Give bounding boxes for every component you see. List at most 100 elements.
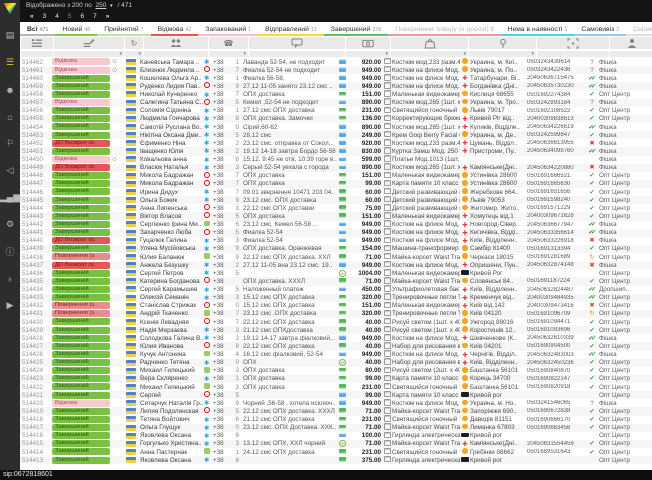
customer-phone[interactable]: +38 — [213, 180, 231, 187]
customer-phone[interactable]: +38 — [213, 327, 231, 334]
tab-Запакований[interactable]: Запакований1 — [198, 24, 258, 36]
last-page-button[interactable]: » — [106, 13, 110, 20]
table-row[interactable]: 514457ВідмоваСалегина Татьяна С..+385Кем… — [20, 99, 652, 107]
table-row[interactable]: 514421ЗавершенийСергей+38599.00Карта пам… — [20, 391, 652, 399]
chevron-down-icon[interactable]: ▾ — [110, 3, 113, 9]
customer-phone[interactable]: +38 — [213, 367, 231, 374]
table-row[interactable]: 514434ЗавершенийСергей Карамышев✱+385Нал… — [20, 286, 652, 294]
customer-phone[interactable]: +38 — [213, 172, 231, 179]
customer-phone[interactable]: +38 — [213, 335, 231, 342]
location-column-icon[interactable] — [469, 37, 536, 49]
globe-icon[interactable]: ♁ — [0, 265, 20, 292]
table-row[interactable]: 514431Повернення (з..Андрій Ткаченко+387… — [20, 310, 652, 318]
table-row[interactable]: 514432Повернення (з..Станіслав Стрижак+3… — [20, 302, 652, 310]
tab-Новий[interactable]: Новий48 — [55, 24, 97, 36]
customer-phone[interactable]: +38 — [213, 156, 231, 163]
table-row[interactable]: 514424ЗавершенийМихаил Гилецький+383ОПХ … — [20, 367, 652, 375]
table-row[interactable]: 514417ЗавершенийОльга Глущук✱+38023.12 с… — [20, 424, 652, 432]
page-number-5[interactable]: 5 — [68, 13, 72, 20]
table-row[interactable]: 514446ЗавершенийИрина Дидух✱+38709.01 зв… — [20, 188, 652, 196]
filter-comment-column[interactable] — [249, 51, 345, 57]
table-row[interactable]: 514458ЗавершенийНиколай Кучеренко✱+387ОП… — [20, 91, 652, 99]
tab-Самовивіз[interactable]: Самовивіз2 — [574, 24, 626, 36]
customer-phone[interactable]: +38 — [213, 424, 231, 431]
customer-phone[interactable]: +38 — [213, 99, 231, 106]
customer-phone[interactable]: +38 — [213, 148, 231, 155]
table-row[interactable]: 514454ЗавершенийСамотій Руслана Во..✱+38… — [20, 123, 652, 131]
table-row[interactable]: 514415ЗавершенийГоргулько Христина..✱+38… — [20, 440, 652, 448]
customer-phone[interactable]: +38 — [213, 416, 231, 423]
filter-location-column[interactable]: ▼ — [469, 51, 536, 57]
table-row[interactable]: 514413ЗавершенийЯковлева Оксана✱+388375.… — [20, 456, 652, 464]
table-row[interactable]: 514441ЗавершенийЗахарченко Люба+385Фиалк… — [20, 229, 652, 237]
customer-phone[interactable]: +38 — [213, 140, 231, 147]
customer-phone[interactable]: +38 — [213, 310, 231, 317]
customer-phone[interactable]: +38 — [213, 449, 231, 456]
promo-icon[interactable]: ⚐ — [0, 130, 20, 157]
filter-channel-column[interactable] — [610, 51, 652, 57]
customer-phone[interactable]: +38 — [213, 67, 231, 74]
table-row[interactable]: 514448ЗавершенийМикола Бадражан+387ОПХ д… — [20, 172, 652, 180]
table-row[interactable]: 514414ЗавершенийАнна Пастернак+38124.12 … — [20, 448, 652, 456]
customer-phone[interactable]: +38 — [213, 124, 231, 131]
company-icon[interactable]: ⌂ — [0, 103, 20, 130]
filter-customer-column[interactable] — [144, 51, 208, 57]
customer-phone[interactable]: +38 — [213, 205, 231, 212]
table-row[interactable]: 514420ВідмоваСитарчук Наталія Гр..✱+389Ч… — [20, 399, 652, 407]
customers-icon[interactable]: ☻ — [0, 76, 20, 103]
table-row[interactable]: 514444ЗавершенийАнна Липенська+38322.12 … — [20, 204, 652, 212]
filter-payment-column[interactable]: ▼ — [346, 51, 390, 57]
customer-phone[interactable]: +38 — [213, 351, 231, 358]
customer-column-icon[interactable] — [144, 37, 208, 49]
customer-phone[interactable]: +38 — [213, 164, 231, 171]
table-row[interactable]: 514442ЗавершенийСергіюнко Ірина Ми..+386… — [20, 221, 652, 229]
status-column-icon[interactable] — [54, 37, 124, 49]
customer-phone[interactable]: +38 — [213, 107, 231, 114]
channel-column-icon[interactable] — [610, 37, 652, 49]
tab-Завершений[interactable]: Завершений278 — [324, 24, 388, 36]
customer-phone[interactable]: +38 — [213, 213, 231, 220]
customer-phone[interactable]: +38 — [213, 115, 231, 122]
customer-phone[interactable]: +38 — [213, 440, 231, 447]
table-row[interactable]: 514430ЗавершенийКсенія Левадняя+38722.12… — [20, 318, 652, 326]
table-row[interactable]: 514456ЗавершенийСоломія Сідоніна✱+38127.… — [20, 107, 652, 115]
table-row[interactable]: 514436ЗавершенийСергей Петров✱+385₴1004.… — [20, 269, 652, 277]
table-row[interactable]: 514449ДО Возврат ск.Власюк Наталья✱+383С… — [20, 164, 652, 172]
customer-phone[interactable]: +38 — [213, 197, 231, 204]
table-row[interactable]: 514423ЗавершенийВера Скляренко✱+381ОПХ д… — [20, 375, 652, 383]
customer-phone[interactable]: +38 — [213, 262, 231, 269]
customer-phone[interactable]: +38 — [213, 91, 231, 98]
tab-Відправлений[interactable]: Відправлений12 — [258, 24, 324, 36]
tab-Відмова[interactable]: Відмова42 — [151, 24, 199, 36]
customer-phone[interactable]: +38 — [213, 83, 231, 90]
phone-column-icon[interactable]: ☎ — [209, 37, 248, 49]
customer-phone[interactable]: +38 — [213, 384, 231, 391]
customer-phone[interactable]: +38 — [213, 294, 231, 301]
stats-icon[interactable]: ▂▄▆ — [0, 184, 20, 211]
customer-phone[interactable]: +38 — [213, 408, 231, 415]
customer-phone[interactable]: +38 — [213, 375, 231, 382]
table-row[interactable]: 514462Відмова⊙Каневська Тамара ..✱+381Ла… — [20, 58, 652, 66]
table-row[interactable]: 514416ЗавершенийЯковлева Оксана✱+388100.… — [20, 432, 652, 440]
table-row[interactable]: 514455ЗавершенийЛюдмила Гончарова✱+388ОП… — [20, 115, 652, 123]
table-row[interactable]: 514440ДО Возврат ск.Гуцалюк Галина✱+383Ф… — [20, 237, 652, 245]
customer-phone[interactable]: +38 — [213, 286, 231, 293]
table-row[interactable]: 514429ЗавершенийНадія Мерзаєва✱+38321.12… — [20, 326, 652, 334]
customer-phone[interactable]: +38 — [213, 229, 231, 236]
customer-phone[interactable]: +38 — [213, 359, 231, 366]
refresh-column-icon[interactable]: ↻ — [125, 37, 143, 49]
tab-Прийнятий[interactable]: Прийнятий7 — [97, 24, 150, 36]
customer-phone[interactable]: +38 — [213, 270, 231, 277]
video-icon[interactable]: ▶ — [0, 292, 20, 319]
customer-phone[interactable]: +38 — [213, 457, 231, 464]
table-row[interactable]: 514418ЗавершенийТетяна Войтович✱+38621.1… — [20, 416, 652, 424]
dashboard-icon[interactable]: ▤ — [0, 22, 20, 49]
customer-phone[interactable]: +38 — [213, 132, 231, 139]
customer-phone[interactable]: +38 — [213, 189, 231, 196]
table-row[interactable]: 514452ДО Возврат ск.Єфименко Ніна✱+38223… — [20, 139, 652, 147]
page-number-3[interactable]: 3 — [43, 13, 47, 20]
customer-phone[interactable]: +38 — [213, 75, 231, 82]
filter-order-id-column[interactable] — [21, 51, 53, 57]
filter-ttn-column[interactable] — [537, 51, 609, 57]
payment-column-icon[interactable] — [346, 37, 390, 49]
